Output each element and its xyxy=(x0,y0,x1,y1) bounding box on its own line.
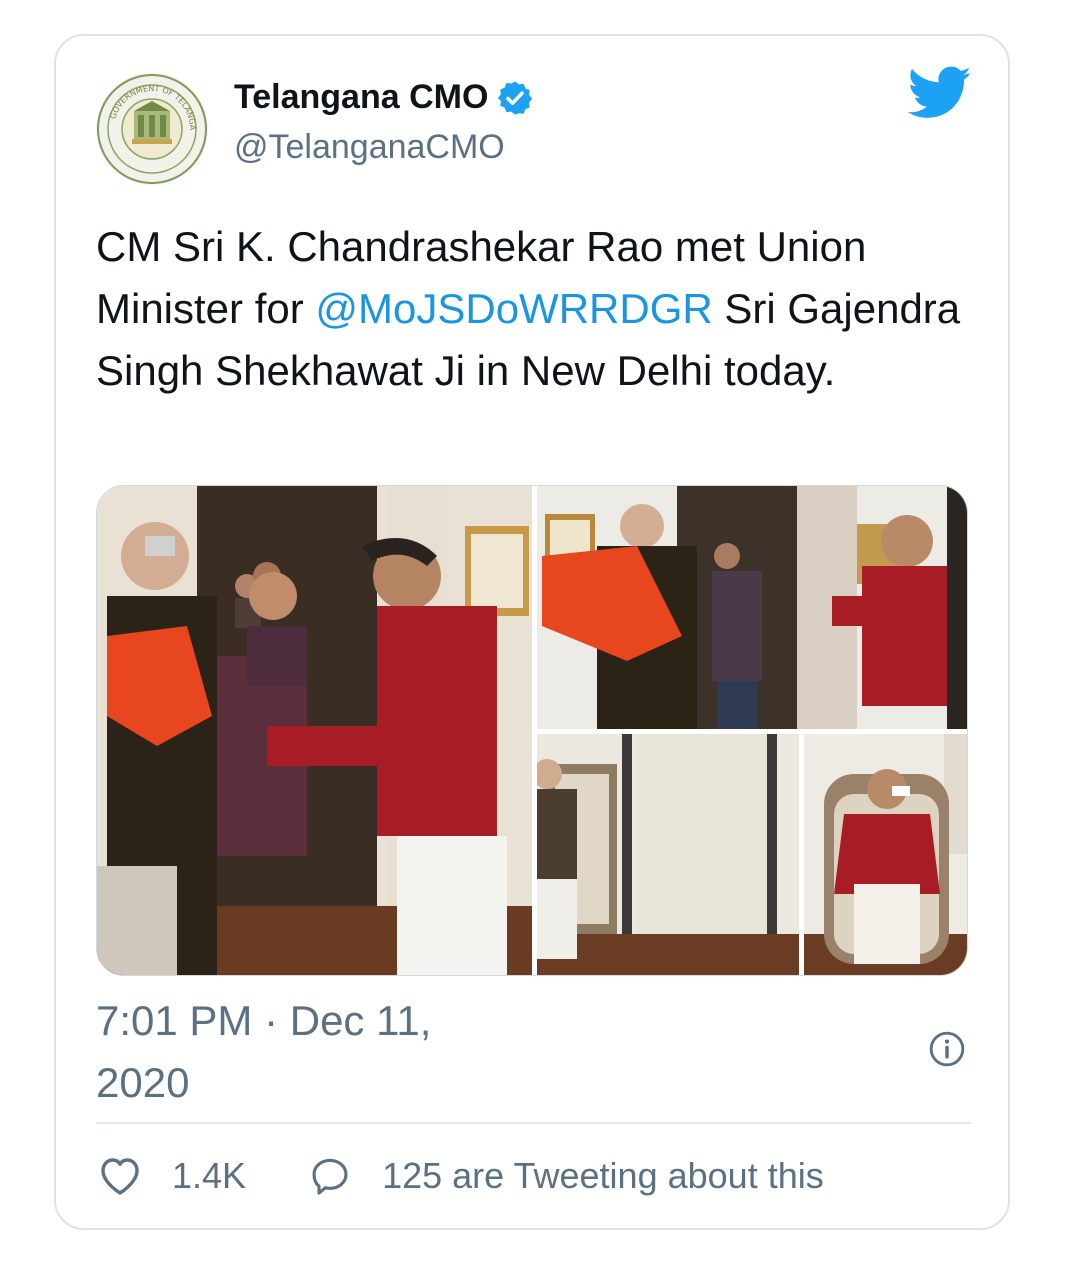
handle[interactable]: @TelanganaCMO xyxy=(234,128,505,167)
photo-4[interactable] xyxy=(804,734,967,975)
speech-bubble-icon xyxy=(312,1158,348,1195)
display-name-text[interactable]: Telangana CMO xyxy=(234,78,488,117)
photo-1[interactable] xyxy=(97,486,532,975)
action-bar: 1.4K 125 are Tweeting about this xyxy=(96,1148,824,1204)
photo-cm-seated-icon xyxy=(804,734,967,975)
photo-3[interactable] xyxy=(537,734,799,975)
display-name[interactable]: Telangana CMO xyxy=(234,78,534,117)
conversation-text: 125 are Tweeting about this xyxy=(382,1155,824,1196)
twitter-bird-icon[interactable] xyxy=(908,66,972,120)
info-icon[interactable] xyxy=(928,1030,966,1068)
telangana-emblem-icon: GOVERNMENT OF TELANGANA xyxy=(96,73,207,184)
photo-namaste-greeting-icon xyxy=(537,486,967,729)
conversation-link[interactable]: 125 are Tweeting about this xyxy=(308,1154,824,1198)
like-count: 1.4K xyxy=(172,1155,247,1196)
photo-2[interactable] xyxy=(537,486,967,729)
tweet-text: CM Sri K. Chandrashekar Rao met Union Mi… xyxy=(96,216,966,402)
photo-shawl-greeting-icon xyxy=(97,486,532,975)
tweet-timestamp[interactable]: 7:01 PM · Dec 11, 2020 xyxy=(96,990,516,1114)
avatar[interactable]: GOVERNMENT OF TELANGANA xyxy=(96,73,208,185)
photo-grid xyxy=(96,485,968,976)
verified-badge-icon xyxy=(498,80,533,115)
divider xyxy=(96,1122,971,1124)
mention-link[interactable]: @MoJSDoWRRDGR xyxy=(315,285,712,332)
like-button[interactable]: 1.4K xyxy=(96,1152,246,1200)
photo-minister-seated-icon xyxy=(537,734,799,975)
heart-icon xyxy=(101,1158,139,1195)
